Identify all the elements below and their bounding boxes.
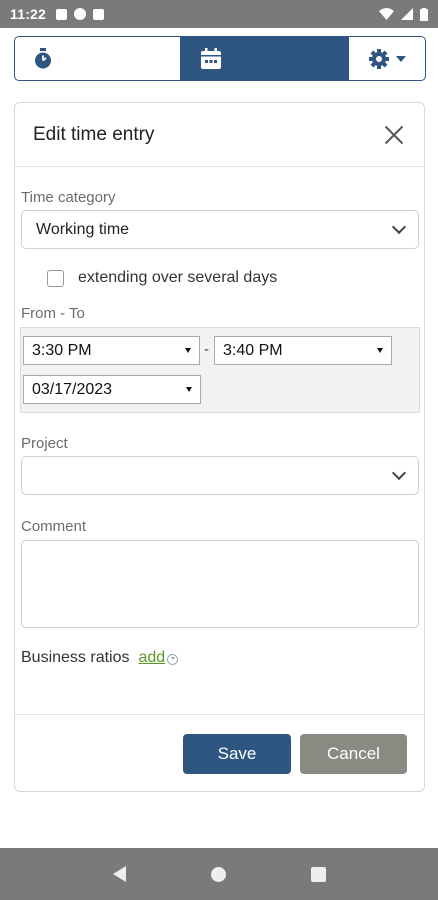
expand-circle-icon[interactable] (167, 654, 179, 665)
business-ratios-label: Business ratios (21, 649, 130, 666)
app-notification-icon (74, 8, 87, 20)
gear-icon (369, 48, 389, 69)
date-value: 03/17/2023 (32, 380, 113, 398)
to-time-value: 3:40 PM (223, 341, 283, 359)
project-label: Project (21, 435, 68, 452)
time-category-label: Time category (21, 189, 116, 206)
system-icons (379, 7, 428, 21)
system-navigation-bar (0, 848, 438, 900)
timer-tab-button[interactable] (14, 36, 181, 81)
comment-textarea[interactable] (21, 540, 419, 628)
dialog-title: Edit time entry (33, 123, 155, 145)
settings-dropdown-button[interactable] (348, 36, 426, 81)
business-ratios-row: Business ratios add (21, 649, 179, 667)
cancel-button[interactable]: Cancel (300, 734, 407, 774)
time-category-select[interactable]: Working time (21, 210, 419, 249)
signal-icon (401, 8, 413, 20)
wifi-icon (379, 8, 394, 20)
sd-card-icon (93, 8, 105, 20)
project-select[interactable] (21, 456, 419, 495)
calendar-icon (201, 47, 221, 69)
caret-down-icon (186, 387, 192, 392)
home-icon[interactable] (210, 866, 226, 882)
date-select[interactable]: 03/17/2023 (23, 375, 201, 404)
comment-label: Comment (21, 518, 87, 535)
caret-down-icon (377, 348, 383, 353)
multi-day-checkbox[interactable] (47, 269, 64, 287)
notification-icons (56, 8, 105, 20)
chevron-down-icon (391, 219, 407, 235)
time-category-value: Working time (36, 220, 130, 238)
caret-down-icon (396, 55, 406, 62)
calendar-tab-button[interactable] (181, 36, 348, 81)
top-toolbar (14, 36, 426, 81)
add-business-ratio-link[interactable]: add (139, 649, 166, 667)
recent-apps-icon[interactable] (310, 866, 326, 882)
multi-day-option[interactable]: extending over several days (47, 269, 277, 287)
back-icon[interactable] (112, 866, 126, 882)
range-separator: - (204, 341, 209, 358)
chevron-down-icon (391, 465, 407, 481)
status-bar: 11:22 (0, 0, 438, 28)
to-time-select[interactable]: 3:40 PM (214, 336, 392, 365)
notification-icon (56, 8, 68, 20)
dialog-header: Edit time entry (15, 103, 424, 167)
save-button[interactable]: Save (183, 734, 291, 774)
from-time-value: 3:30 PM (32, 341, 92, 359)
close-icon[interactable] (382, 123, 406, 147)
battery-icon (420, 7, 428, 21)
time-range-panel: 3:30 PM - 3:40 PM 03/17/2023 (20, 327, 420, 413)
caret-down-icon (185, 348, 191, 353)
edit-time-entry-dialog: Edit time entry Time category Working ti… (14, 102, 425, 792)
status-time: 11:22 (10, 6, 47, 22)
from-time-select[interactable]: 3:30 PM (23, 336, 200, 365)
stopwatch-icon (35, 47, 51, 68)
dialog-footer-divider (15, 714, 424, 715)
multi-day-label: extending over several days (78, 269, 278, 286)
from-to-label: From - To (21, 305, 85, 322)
